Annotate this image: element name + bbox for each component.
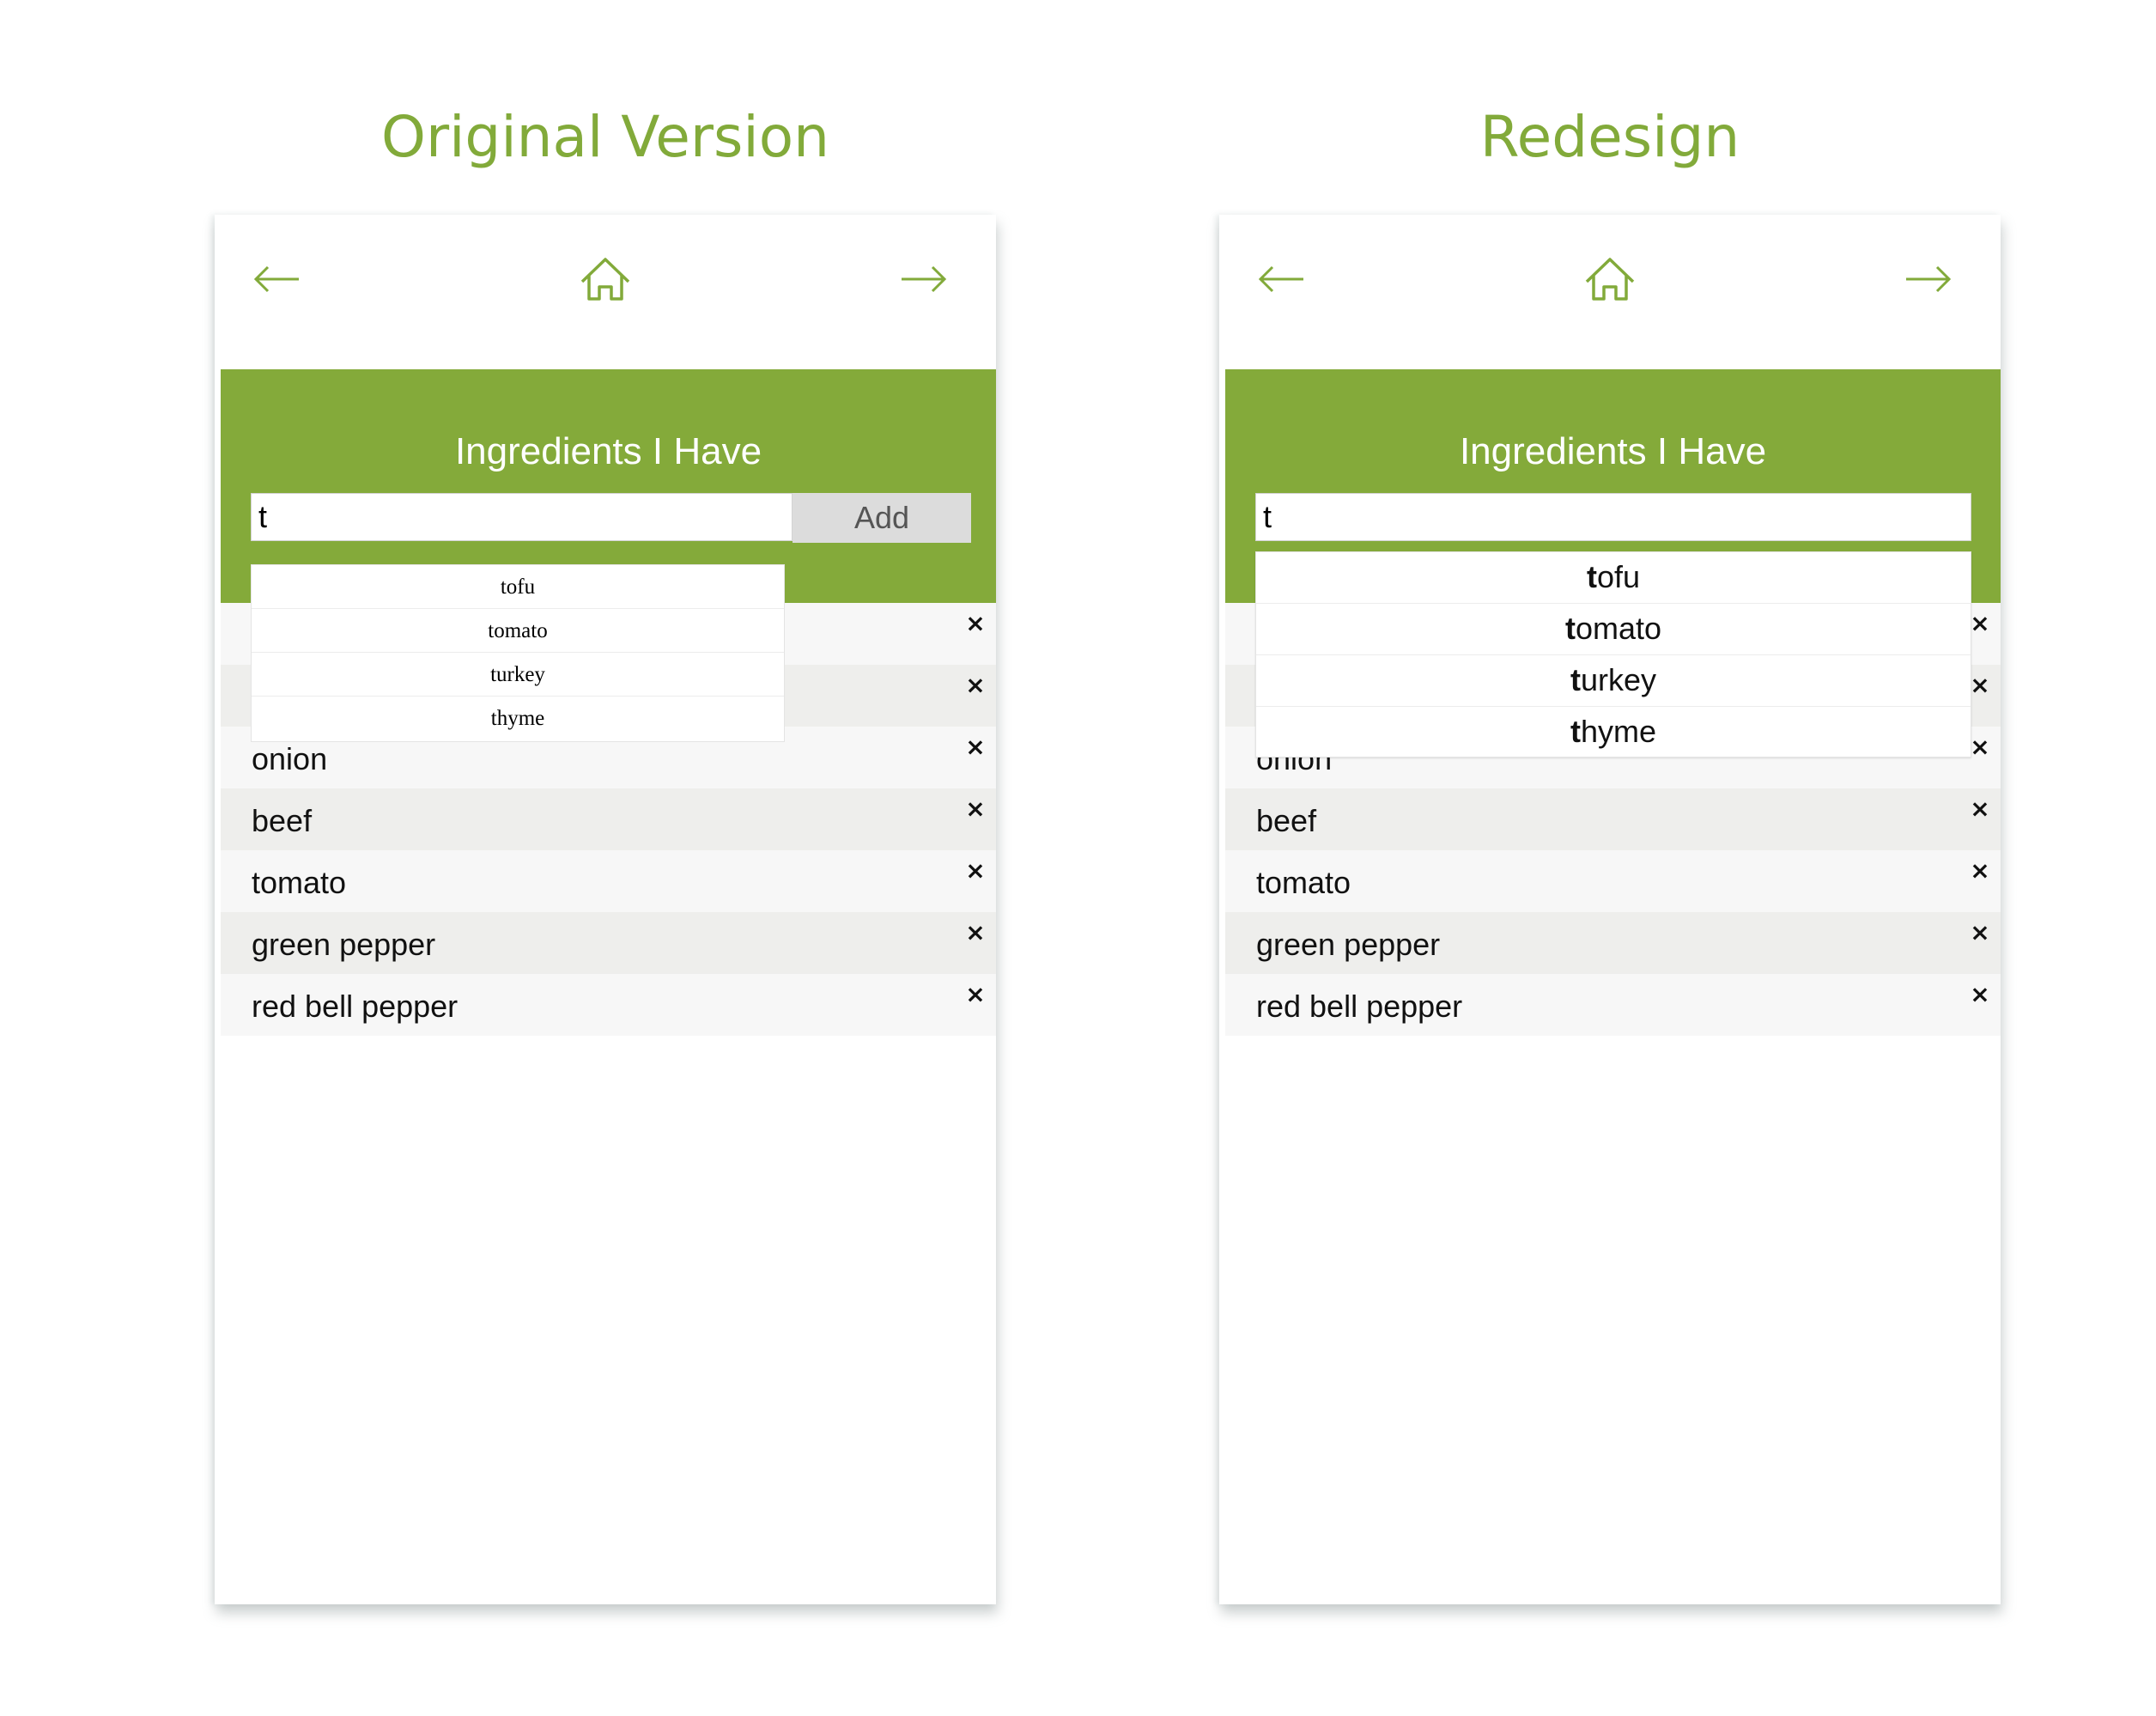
list-item: green pepper × (221, 912, 996, 974)
close-icon[interactable]: × (965, 983, 986, 1007)
suggestion-item[interactable]: tomato (1256, 604, 1971, 655)
autocomplete-dropdown: tofu tomato turkey thyme (1255, 551, 1971, 758)
list-item: beef × (1225, 788, 2001, 850)
close-icon[interactable]: × (1970, 797, 1990, 821)
suggestion-item[interactable]: turkey (252, 653, 784, 697)
redesign-phone-screen: Ingredients I Have t × × onion × beef × to… (1219, 215, 2001, 1604)
original-phone-screen: Ingredients I Have t Add × × onion × beef… (215, 215, 996, 1604)
close-icon[interactable]: × (965, 735, 986, 759)
home-icon[interactable] (575, 249, 635, 309)
home-icon[interactable] (1580, 249, 1640, 309)
close-icon[interactable]: × (1970, 612, 1990, 636)
arrow-right-icon[interactable] (893, 249, 953, 309)
close-icon[interactable]: × (965, 612, 986, 636)
ingredient-search-input[interactable]: t (1255, 493, 1971, 541)
panel-heading: Ingredients I Have (454, 430, 762, 472)
ingredient-search-input[interactable]: t (251, 493, 793, 541)
list-item: tomato × (1225, 850, 2001, 912)
suggestion-item[interactable]: thyme (1256, 707, 1971, 758)
close-icon[interactable]: × (1970, 673, 1990, 697)
close-icon[interactable]: × (965, 921, 986, 945)
close-icon[interactable]: × (1970, 921, 1990, 945)
list-item: beef × (221, 788, 996, 850)
suggestion-item[interactable]: tofu (1256, 552, 1971, 604)
panel-heading: Ingredients I Have (1459, 430, 1767, 472)
autocomplete-dropdown: tofu tomato turkey thyme (251, 564, 785, 742)
close-icon[interactable]: × (965, 797, 986, 821)
list-item: tomato × (221, 850, 996, 912)
add-button[interactable]: Add (793, 493, 971, 543)
arrow-left-icon[interactable] (247, 249, 307, 309)
arrow-left-icon[interactable] (1252, 249, 1312, 309)
suggestion-item[interactable]: turkey (1256, 655, 1971, 707)
close-icon[interactable]: × (1970, 983, 1990, 1007)
close-icon[interactable]: × (1970, 859, 1990, 883)
suggestion-item[interactable]: thyme (252, 697, 784, 740)
original-version-title: Original Version (381, 104, 829, 170)
close-icon[interactable]: × (965, 859, 986, 883)
redesign-title: Redesign (1479, 104, 1740, 170)
suggestion-item[interactable]: tomato (252, 609, 784, 653)
close-icon[interactable]: × (965, 673, 986, 697)
suggestion-item[interactable]: tofu (252, 565, 784, 609)
list-item: red bell pepper × (1225, 974, 2001, 1036)
list-item: red bell pepper × (221, 974, 996, 1036)
close-icon[interactable]: × (1970, 735, 1990, 759)
list-item: green pepper × (1225, 912, 2001, 974)
arrow-right-icon[interactable] (1898, 249, 1958, 309)
